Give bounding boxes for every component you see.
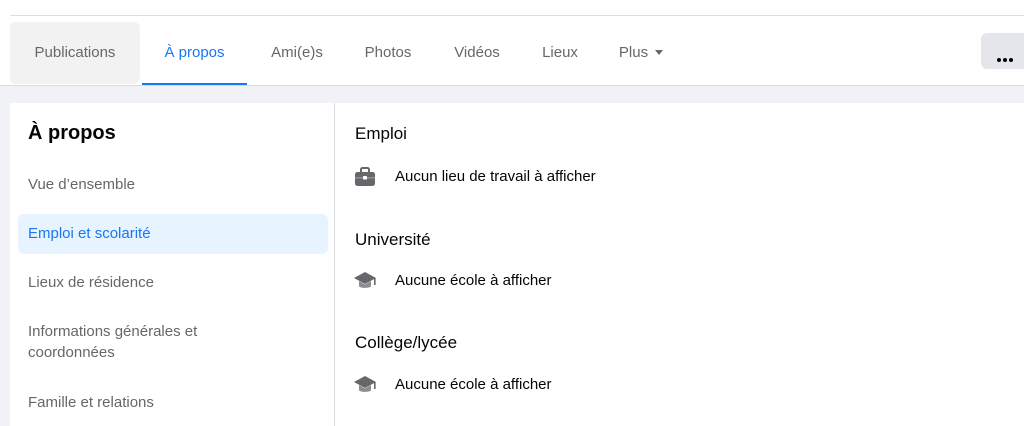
about-card: À propos Vue d’ensemble Emploi et scolar…	[10, 103, 1024, 426]
tab-a-propos-label: À propos	[164, 44, 225, 61]
tab-videos-label: Vidéos	[454, 44, 500, 61]
sidebar-item-places-lived[interactable]: Lieux de résidence	[18, 263, 328, 303]
tab-bar-bottom-divider	[0, 85, 1024, 86]
sidebar-item-family-relationships[interactable]: Famille et relations	[18, 383, 328, 423]
briefcase-icon	[355, 167, 375, 186]
tab-amis[interactable]: Ami(e)s	[257, 22, 337, 84]
graduation-cap-icon	[354, 376, 376, 392]
tab-publications-label: Publications	[34, 44, 116, 61]
tab-photos-label: Photos	[364, 44, 412, 61]
profile-tab-bar: Publications À propos Ami(e)s Photos Vid…	[0, 0, 1024, 86]
caret-down-icon	[655, 49, 664, 55]
tab-lieux-label: Lieux	[542, 44, 578, 61]
tab-a-propos[interactable]: À propos	[142, 22, 247, 86]
high-school-empty-text: Aucune école à afficher	[395, 376, 552, 393]
university-empty-text: Aucune école à afficher	[395, 272, 552, 289]
tab-plus-label: Plus	[618, 44, 649, 61]
tab-lieux[interactable]: Lieux	[530, 22, 590, 84]
sidebar-item-contact-info[interactable]: Informations générales et coordonnées	[18, 317, 278, 363]
sidebar-item-overview[interactable]: Vue d’ensemble	[18, 165, 328, 205]
sidebar-item-places-lived-label: Lieux de résidence	[28, 274, 154, 291]
tab-bar-top-divider	[10, 15, 1024, 16]
tab-photos[interactable]: Photos	[352, 22, 424, 84]
tab-amis-label: Ami(e)s	[271, 44, 323, 61]
sidebar-item-work-education[interactable]: Emploi et scolarité	[18, 214, 328, 254]
more-horizontal-icon	[997, 49, 1015, 67]
tab-plus[interactable]: Plus	[605, 22, 677, 84]
sidebar-item-work-education-label: Emploi et scolarité	[28, 225, 151, 242]
graduation-cap-icon	[354, 272, 376, 288]
work-section-title: Emploi	[355, 124, 407, 143]
column-divider	[334, 103, 335, 426]
high-school-section-title: Collège/lycée	[355, 333, 458, 352]
tab-videos[interactable]: Vidéos	[441, 22, 513, 84]
university-section-title: Université	[355, 230, 431, 249]
more-options-button[interactable]	[981, 33, 1024, 69]
work-empty-text: Aucun lieu de travail à afficher	[395, 168, 596, 185]
about-title: À propos	[28, 122, 116, 144]
sidebar-item-overview-label: Vue d’ensemble	[28, 176, 136, 193]
tab-publications[interactable]: Publications	[10, 22, 140, 84]
sidebar-item-family-relationships-label: Famille et relations	[28, 394, 154, 411]
sidebar-item-contact-info-label: Informations générales et coordonnées	[28, 323, 198, 361]
